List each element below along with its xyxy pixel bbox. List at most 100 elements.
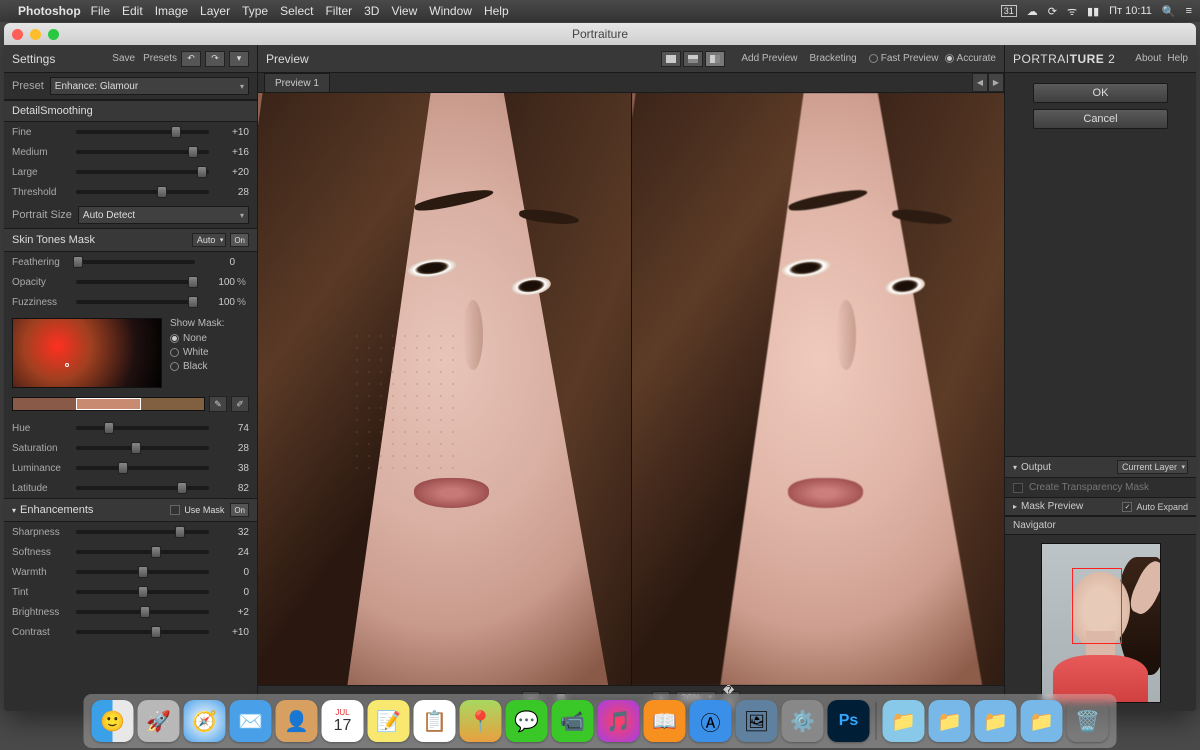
detail-smoothing-header[interactable]: DetailSmoothing <box>12 105 249 117</box>
dock-facetime-icon[interactable]: 📹 <box>552 700 594 742</box>
ok-button[interactable]: OK <box>1033 83 1168 103</box>
dock-trash-icon[interactable]: 🗑️ <box>1067 700 1109 742</box>
eyedropper-icon[interactable]: ✎ <box>209 396 227 412</box>
tab-next-button[interactable]: ▶ <box>988 73 1004 92</box>
hue-slider[interactable] <box>76 426 209 430</box>
fine-slider[interactable] <box>76 130 209 134</box>
history-dropdown[interactable]: ▾ <box>229 51 249 67</box>
menu-window[interactable]: Window <box>429 4 472 18</box>
about-link[interactable]: About <box>1135 53 1161 64</box>
menu-filter[interactable]: Filter <box>325 4 352 18</box>
mask-none-radio[interactable]: None <box>170 333 224 344</box>
menu-view[interactable]: View <box>391 4 417 18</box>
auto-expand-checkbox[interactable] <box>1122 502 1132 512</box>
skin-tones-header[interactable]: Skin Tones Mask <box>12 234 192 246</box>
view-single-button[interactable] <box>661 51 681 67</box>
softness-slider[interactable] <box>76 550 209 554</box>
feathering-slider[interactable] <box>76 260 195 264</box>
output-header[interactable]: Output <box>1021 462 1117 473</box>
undo-button[interactable]: ↶ <box>181 51 201 67</box>
menubar-date-icon[interactable]: 31 <box>1001 5 1017 17</box>
enhancements-disclosure-icon[interactable]: ▾ <box>12 506 16 515</box>
menu-help[interactable]: Help <box>484 4 509 18</box>
medium-slider[interactable] <box>76 150 209 154</box>
preview-viewport[interactable] <box>258 93 1004 685</box>
notifications-icon[interactable]: ≡ <box>1186 5 1192 17</box>
tint-slider[interactable] <box>76 590 209 594</box>
dock-safari-icon[interactable]: 🧭 <box>184 700 226 742</box>
dock-folder-downloads-icon[interactable]: 📁 <box>883 700 925 742</box>
titlebar[interactable]: Portraiture <box>4 23 1196 45</box>
enhancements-on-toggle[interactable]: On <box>230 503 249 517</box>
presets-link[interactable]: Presets <box>143 53 177 64</box>
wifi-icon[interactable]: ᯤ <box>1067 4 1077 19</box>
dock-maps-icon[interactable]: 📍 <box>460 700 502 742</box>
battery-icon[interactable]: ▮▮ <box>1087 5 1099 18</box>
mask-preview-disclosure-icon[interactable]: ▸ <box>1013 502 1017 511</box>
use-mask-checkbox[interactable] <box>170 505 180 515</box>
dock-appstore-icon[interactable]: Ⓐ <box>690 700 732 742</box>
dock-folder-2-icon[interactable]: 📁 <box>975 700 1017 742</box>
luminance-slider[interactable] <box>76 466 209 470</box>
skin-mode-dropdown[interactable]: Auto <box>192 233 227 247</box>
contrast-slider[interactable] <box>76 630 209 634</box>
dock-settings-icon[interactable]: ⚙️ <box>782 700 824 742</box>
save-link[interactable]: Save <box>112 53 135 64</box>
saturation-slider[interactable] <box>76 446 209 450</box>
menu-image[interactable]: Image <box>155 4 188 18</box>
dock-mail-icon[interactable]: ✉️ <box>230 700 272 742</box>
sync-icon[interactable]: ⟳ <box>1048 5 1057 18</box>
mask-black-radio[interactable]: Black <box>170 361 224 372</box>
skin-on-toggle[interactable]: On <box>230 233 249 247</box>
accurate-radio[interactable]: Accurate <box>945 53 996 64</box>
transparency-mask-checkbox[interactable] <box>1013 483 1023 493</box>
skin-swatch-bar[interactable] <box>12 397 205 411</box>
latitude-slider[interactable] <box>76 486 209 490</box>
fast-preview-radio[interactable]: Fast Preview <box>869 53 939 64</box>
menu-file[interactable]: File <box>91 4 110 18</box>
fuzziness-slider[interactable] <box>76 300 195 304</box>
bracketing-button[interactable]: Bracketing <box>809 53 856 64</box>
dock-finder-icon[interactable]: 🙂 <box>92 700 134 742</box>
sharpness-slider[interactable] <box>76 530 209 534</box>
view-split-v-button[interactable] <box>705 51 725 67</box>
cancel-button[interactable]: Cancel <box>1033 109 1168 129</box>
clock[interactable]: Пт 10:11 <box>1109 5 1152 17</box>
output-dropdown[interactable]: Current Layer <box>1117 460 1188 474</box>
preset-dropdown[interactable]: Enhance: Glamour <box>50 77 249 95</box>
threshold-slider[interactable] <box>76 190 209 194</box>
help-link[interactable]: Help <box>1167 53 1188 64</box>
eyedropper-minus-icon[interactable]: ✐ <box>231 396 249 412</box>
dock-folder-3-icon[interactable]: 📁 <box>1021 700 1063 742</box>
dock-photoshop-icon[interactable]: Ps <box>828 700 870 742</box>
mask-preview-header[interactable]: Mask Preview <box>1021 501 1122 512</box>
dock-launchpad-icon[interactable]: 🚀 <box>138 700 180 742</box>
view-split-h-button[interactable] <box>683 51 703 67</box>
tab-prev-button[interactable]: ◀ <box>972 73 988 92</box>
dock-calendar-icon[interactable]: JUL17 <box>322 700 364 742</box>
output-disclosure-icon[interactable]: ▾ <box>1013 463 1017 472</box>
cloud-icon[interactable]: ☁ <box>1027 5 1038 18</box>
menu-select[interactable]: Select <box>280 4 313 18</box>
spotlight-icon[interactable]: 🔍 <box>1162 5 1176 18</box>
dock-reminders-icon[interactable]: 📋 <box>414 700 456 742</box>
warmth-slider[interactable] <box>76 570 209 574</box>
app-name[interactable]: Photoshop <box>18 4 81 18</box>
mask-white-radio[interactable]: White <box>170 347 224 358</box>
preview-tab-1[interactable]: Preview 1 <box>264 73 330 92</box>
dock-ibooks-icon[interactable]: 📖 <box>644 700 686 742</box>
dock-messages-icon[interactable]: 💬 <box>506 700 548 742</box>
navigator-thumbnail[interactable] <box>1041 543 1161 703</box>
dock-notes-icon[interactable]: 📝 <box>368 700 410 742</box>
redo-button[interactable]: ↷ <box>205 51 225 67</box>
add-preview-button[interactable]: Add Preview <box>741 53 797 64</box>
large-slider[interactable] <box>76 170 209 174</box>
menu-3d[interactable]: 3D <box>364 4 379 18</box>
menu-edit[interactable]: Edit <box>122 4 143 18</box>
dock-contacts-icon[interactable]: 👤 <box>276 700 318 742</box>
color-range-picker[interactable] <box>12 318 162 388</box>
portrait-size-dropdown[interactable]: Auto Detect <box>78 206 249 224</box>
dock-itunes-icon[interactable]: 🎵 <box>598 700 640 742</box>
navigator-viewport-frame[interactable] <box>1072 568 1122 644</box>
opacity-slider[interactable] <box>76 280 195 284</box>
